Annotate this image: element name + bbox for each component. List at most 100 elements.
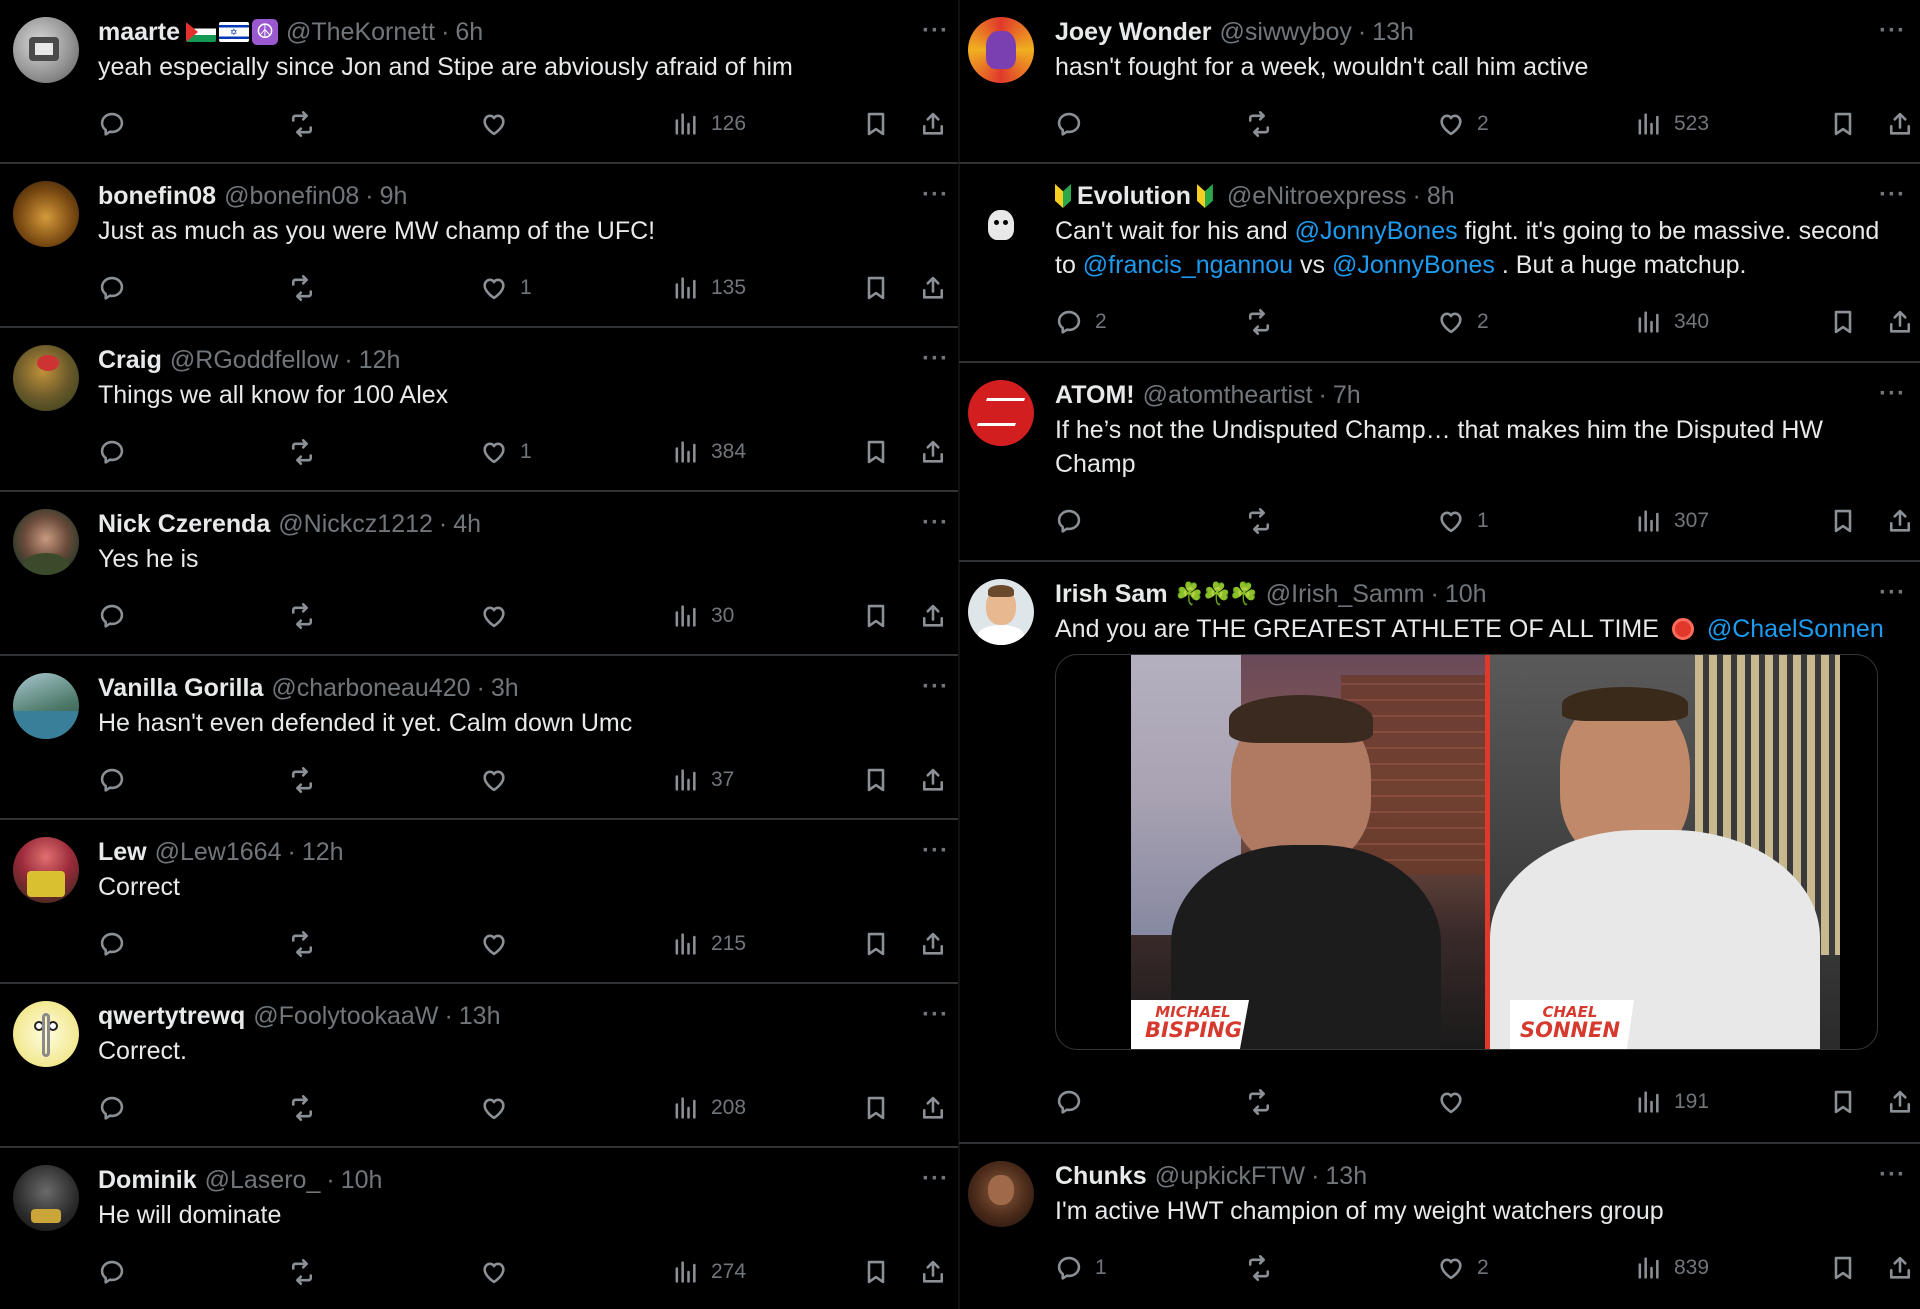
bookmark-button[interactable]: [1829, 308, 1857, 336]
timestamp[interactable]: 4h: [453, 510, 481, 539]
timestamp[interactable]: 10h: [1445, 580, 1487, 609]
reply-button[interactable]: [1055, 110, 1083, 138]
retweet-button[interactable]: [1245, 1088, 1273, 1116]
avatar[interactable]: [968, 579, 1034, 645]
reply-button[interactable]: [98, 110, 126, 138]
avatar[interactable]: [968, 1161, 1034, 1227]
more-options-icon[interactable]: ···: [922, 19, 949, 43]
retweet-button[interactable]: [1245, 507, 1273, 535]
retweet-button[interactable]: [288, 766, 316, 794]
views-button[interactable]: 274: [671, 1258, 746, 1286]
display-name[interactable]: Dominik: [98, 1166, 197, 1195]
handle[interactable]: @Irish_Samm: [1266, 580, 1425, 609]
reply-button[interactable]: [1055, 1088, 1083, 1116]
display-name[interactable]: Joey Wonder: [1055, 18, 1212, 47]
handle[interactable]: @eNitroexpress: [1227, 182, 1407, 211]
share-button[interactable]: [919, 110, 947, 138]
reply-tweet[interactable]: Craig @RGoddfellow · 12h ··· Things we a…: [0, 328, 959, 492]
retweet-button[interactable]: [1245, 1254, 1273, 1282]
like-button[interactable]: 2: [1437, 1254, 1489, 1282]
timestamp[interactable]: 12h: [359, 346, 401, 375]
like-button[interactable]: 1: [480, 274, 532, 302]
reply-button[interactable]: [98, 930, 126, 958]
like-button[interactable]: 1: [480, 438, 532, 466]
display-name[interactable]: maarte: [98, 18, 180, 47]
avatar[interactable]: [13, 509, 79, 575]
bookmark-button[interactable]: [862, 1258, 890, 1286]
avatar[interactable]: [968, 194, 1034, 260]
views-button[interactable]: 135: [671, 274, 746, 302]
handle[interactable]: @Lew1664: [155, 838, 282, 867]
display-name[interactable]: bonefin08: [98, 182, 216, 211]
more-options-icon[interactable]: ···: [1879, 581, 1906, 605]
views-button[interactable]: 839: [1634, 1254, 1709, 1282]
bookmark-button[interactable]: [862, 110, 890, 138]
views-button[interactable]: 191: [1634, 1088, 1709, 1116]
reply-button[interactable]: 2: [1055, 308, 1107, 336]
handle[interactable]: @siwwyboy: [1220, 18, 1352, 47]
views-button[interactable]: 523: [1634, 110, 1709, 138]
video-thumbnail[interactable]: MICHAEL BISPING CHAEL SONNEN: [1055, 654, 1878, 1050]
reply-tweet[interactable]: Nick Czerenda @Nickcz1212 · 4h ··· Yes h…: [0, 492, 959, 656]
reply-tweet[interactable]: Chunks @upkickFTW · 13h ··· I'm active H…: [959, 1144, 1920, 1309]
share-button[interactable]: [919, 438, 947, 466]
retweet-button[interactable]: [288, 274, 316, 302]
reply-tweet[interactable]: Joey Wonder @siwwyboy · 13h ··· hasn't f…: [959, 0, 1920, 164]
share-button[interactable]: [919, 766, 947, 794]
display-name[interactable]: Nick Czerenda: [98, 510, 270, 539]
like-button[interactable]: [480, 1258, 508, 1286]
views-button[interactable]: 208: [671, 1094, 746, 1122]
retweet-button[interactable]: [1245, 110, 1273, 138]
handle[interactable]: @Nickcz1212: [278, 510, 433, 539]
more-options-icon[interactable]: ···: [1879, 1163, 1906, 1187]
bookmark-button[interactable]: [862, 1094, 890, 1122]
share-button[interactable]: [1886, 507, 1914, 535]
avatar[interactable]: [13, 1001, 79, 1067]
avatar[interactable]: [13, 17, 79, 83]
reply-tweet[interactable]: qwertytrewq @FoolytookaaW · 13h ··· Corr…: [0, 984, 959, 1148]
like-button[interactable]: [480, 930, 508, 958]
handle[interactable]: @charboneau420: [271, 674, 470, 703]
like-button[interactable]: 2: [1437, 110, 1489, 138]
avatar[interactable]: [13, 181, 79, 247]
avatar[interactable]: [13, 673, 79, 739]
views-button[interactable]: 384: [671, 438, 746, 466]
timestamp[interactable]: 6h: [455, 18, 483, 47]
more-options-icon[interactable]: ···: [922, 511, 949, 535]
views-button[interactable]: 215: [671, 930, 746, 958]
avatar[interactable]: [968, 380, 1034, 446]
timestamp[interactable]: 9h: [380, 182, 408, 211]
mention-link[interactable]: @francis_ngannou: [1083, 251, 1293, 279]
bookmark-button[interactable]: [1829, 110, 1857, 138]
more-options-icon[interactable]: ···: [922, 675, 949, 699]
more-options-icon[interactable]: ···: [1879, 382, 1906, 406]
bookmark-button[interactable]: [862, 274, 890, 302]
reply-button[interactable]: [98, 602, 126, 630]
more-options-icon[interactable]: ···: [922, 183, 949, 207]
reply-button[interactable]: 1: [1055, 1254, 1107, 1282]
timestamp[interactable]: 8h: [1427, 182, 1455, 211]
display-name[interactable]: Irish Sam: [1055, 580, 1168, 609]
more-options-icon[interactable]: ···: [922, 1003, 949, 1027]
handle[interactable]: @TheKornett: [286, 18, 435, 47]
retweet-button[interactable]: [1245, 308, 1273, 336]
more-options-icon[interactable]: ···: [1879, 183, 1906, 207]
reply-tweet[interactable]: Irish Sam ☘️☘️☘️ @Irish_Samm · 10h ··· A…: [959, 562, 1920, 1144]
handle[interactable]: @atomtheartist: [1143, 381, 1313, 410]
like-button[interactable]: [480, 602, 508, 630]
retweet-button[interactable]: [288, 930, 316, 958]
reply-button[interactable]: [1055, 507, 1083, 535]
bookmark-button[interactable]: [862, 766, 890, 794]
retweet-button[interactable]: [288, 602, 316, 630]
retweet-button[interactable]: [288, 1258, 316, 1286]
avatar[interactable]: [13, 1165, 79, 1231]
reply-button[interactable]: [98, 1258, 126, 1286]
share-button[interactable]: [919, 602, 947, 630]
retweet-button[interactable]: [288, 110, 316, 138]
bookmark-button[interactable]: [1829, 1088, 1857, 1116]
timestamp[interactable]: 13h: [459, 1002, 501, 1031]
bookmark-button[interactable]: [1829, 507, 1857, 535]
timestamp[interactable]: 13h: [1372, 18, 1414, 47]
avatar[interactable]: [968, 17, 1034, 83]
more-options-icon[interactable]: ···: [922, 839, 949, 863]
